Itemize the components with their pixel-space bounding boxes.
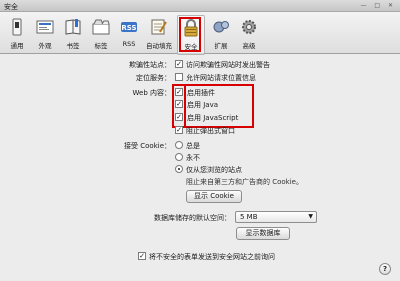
plugins-option: 启用插件 bbox=[187, 89, 215, 97]
bookmarks-icon bbox=[65, 19, 81, 35]
javascript-option: 启用 JavaScript bbox=[187, 114, 239, 122]
cookie-never-radio[interactable] bbox=[175, 153, 183, 161]
java-option: 启用 Java bbox=[187, 101, 219, 109]
form-warning-option: 将不安全的表单发送到安全网站之前询问 bbox=[149, 253, 275, 261]
location-option: 允许网站请求位置信息 bbox=[186, 74, 256, 82]
tab-autofill[interactable]: 自动填充 bbox=[146, 15, 172, 53]
autofill-icon bbox=[151, 19, 167, 35]
web-content-label: Web 内容： bbox=[132, 89, 172, 97]
popup-block-checkbox[interactable]: ✓ bbox=[175, 126, 183, 134]
location-label: 定位服务： bbox=[136, 74, 171, 82]
cookie-never-option: 永不 bbox=[186, 154, 200, 162]
database-size-value: 5 MB bbox=[240, 213, 258, 221]
popup-block-option: 阻止弹出式窗口 bbox=[186, 127, 235, 135]
lock-icon bbox=[184, 19, 198, 37]
fraud-warning-option: 访问欺骗性网站时发出警告 bbox=[186, 61, 270, 69]
cookie-label: 接受 Cookie： bbox=[124, 142, 171, 150]
tab-rss[interactable]: RSS RSS bbox=[116, 15, 142, 53]
location-checkbox[interactable] bbox=[175, 73, 183, 81]
java-checkbox[interactable]: ✓ bbox=[175, 100, 183, 108]
gear-icon bbox=[242, 20, 256, 34]
appearance-icon bbox=[36, 20, 54, 34]
javascript-checkbox[interactable]: ✓ bbox=[175, 113, 183, 121]
tab-advanced[interactable]: 高级 bbox=[236, 15, 262, 53]
preferences-toolbar: 通用 外观 书签 标签 RSS RSS 自动填充 安全 扩展 高级 bbox=[0, 12, 400, 55]
fraud-warning-checkbox[interactable]: ✓ bbox=[175, 60, 183, 68]
cookie-always-radio[interactable] bbox=[175, 141, 183, 149]
database-label: 数据库储存的默认空间： bbox=[154, 214, 231, 222]
database-size-select[interactable]: 5 MB ▼ bbox=[235, 211, 317, 223]
help-button[interactable]: ? bbox=[379, 263, 391, 275]
rss-icon: RSS bbox=[121, 22, 137, 32]
extensions-icon bbox=[213, 21, 229, 33]
tab-advanced-label: 高级 bbox=[242, 42, 256, 50]
switch-icon bbox=[12, 18, 22, 36]
show-databases-button[interactable]: 显示数据库 bbox=[236, 227, 290, 240]
show-cookies-button[interactable]: 显示 Cookie bbox=[186, 190, 242, 203]
tab-security[interactable]: 安全 bbox=[177, 15, 205, 55]
plugins-checkbox[interactable]: ✓ bbox=[175, 88, 183, 96]
cookie-visited-radio[interactable] bbox=[175, 165, 183, 173]
window-controls[interactable]: — □ ✕ bbox=[360, 2, 396, 9]
cookie-visited-option: 仅从您浏览的站点 bbox=[186, 166, 242, 174]
form-warning-checkbox[interactable]: ✓ bbox=[138, 252, 146, 260]
title-bar: 安全 — □ ✕ bbox=[0, 0, 400, 12]
svg-text:RSS: RSS bbox=[121, 24, 136, 32]
window-title: 安全 bbox=[4, 3, 18, 11]
fraud-label: 欺骗性站点： bbox=[129, 61, 171, 69]
tabs-icon bbox=[92, 19, 110, 35]
cookie-note: 阻止来自第三方和广告商的 Cookie。 bbox=[186, 178, 303, 186]
chevron-down-icon: ▼ bbox=[308, 213, 313, 220]
cookie-always-option: 总是 bbox=[186, 142, 200, 150]
